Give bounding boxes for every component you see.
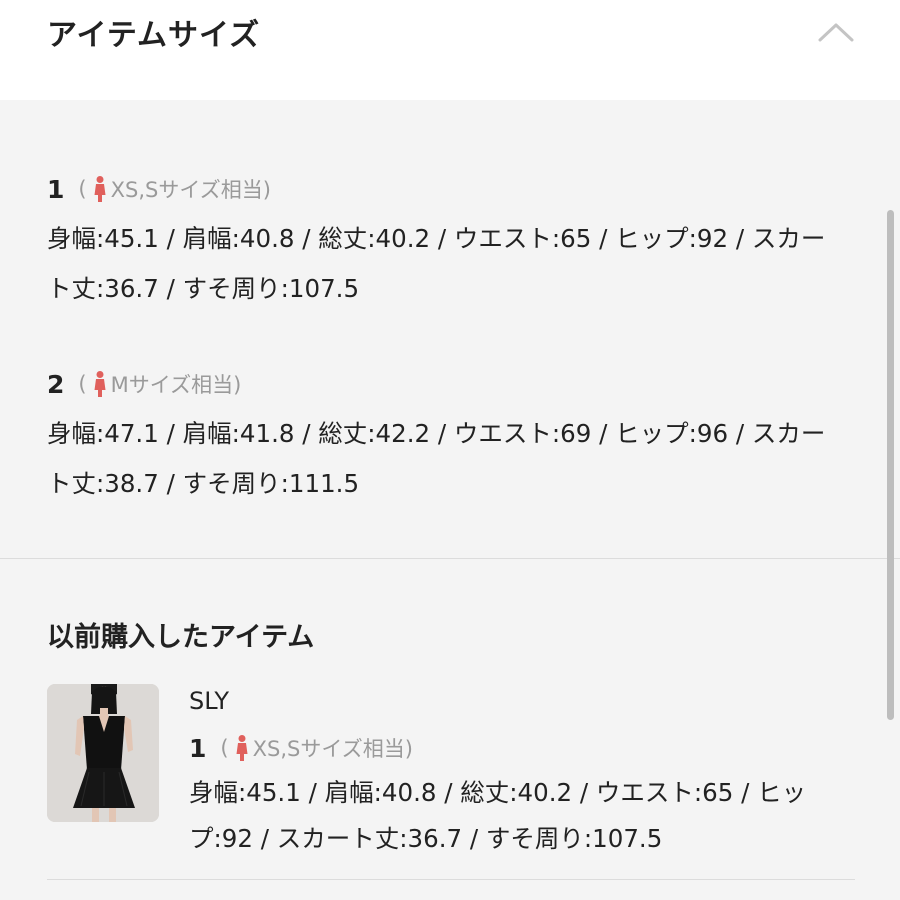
section-title: アイテムサイズ [47, 18, 261, 53]
person-icon [93, 370, 107, 398]
paren-open: ( [78, 177, 87, 201]
size-measurements-2: 身幅:47.1 / 肩幅:41.8 / 総丈:42.2 / ウエスト:69 / … [47, 419, 826, 498]
size-equivalent: ( XS,Sサイズ相当) [78, 174, 271, 204]
size-number: 1 [47, 174, 65, 204]
size-number: 1 [189, 733, 207, 763]
size-measurements-1: 身幅:45.1 / 肩幅:40.8 / 総丈:40.2 / ウエスト:65 / … [47, 224, 826, 303]
person-icon [93, 175, 107, 203]
size-label: XS,Sサイズ相当) [252, 737, 413, 761]
person-icon [235, 734, 249, 762]
previous-measurements: 身幅:45.1 / 肩幅:40.8 / 総丈:40.2 / ウエスト:65 / … [189, 778, 807, 853]
previous-size-header: 1 ( XS,Sサイズ相当) [189, 731, 413, 765]
scrollbar[interactable] [887, 210, 894, 720]
paren-open: ( [78, 372, 87, 396]
brand-name: SLY [189, 687, 230, 715]
size-number: 2 [47, 369, 65, 399]
paren-open: ( [220, 736, 229, 760]
size-header-1: 1 ( XS,Sサイズ相当) [47, 172, 271, 206]
size-equivalent: ( Mサイズ相当) [78, 369, 241, 399]
previous-purchase-title: 以前購入したアイテム [47, 622, 315, 653]
size-list: 1 ( XS,Sサイズ相当) 身幅:45.1 / 肩幅:40.8 / 総丈:40… [0, 100, 900, 558]
size-label: XS,Sサイズ相当) [110, 178, 271, 202]
product-thumbnail[interactable] [47, 684, 159, 822]
item-divider [47, 879, 855, 880]
item-size-header: アイテムサイズ [0, 0, 900, 100]
size-header-2: 2 ( Mサイズ相当) [47, 367, 241, 401]
chevron-up-icon [818, 23, 854, 42]
previous-purchase-section: 以前購入したアイテム SLY 1 (XS,Sサイズ相当) 身幅:45.1 / … [0, 559, 900, 900]
collapse-button[interactable] [812, 14, 860, 50]
size-label: Mサイズ相当) [110, 373, 242, 397]
size-equivalent: ( XS,Sサイズ相当) [220, 733, 413, 763]
